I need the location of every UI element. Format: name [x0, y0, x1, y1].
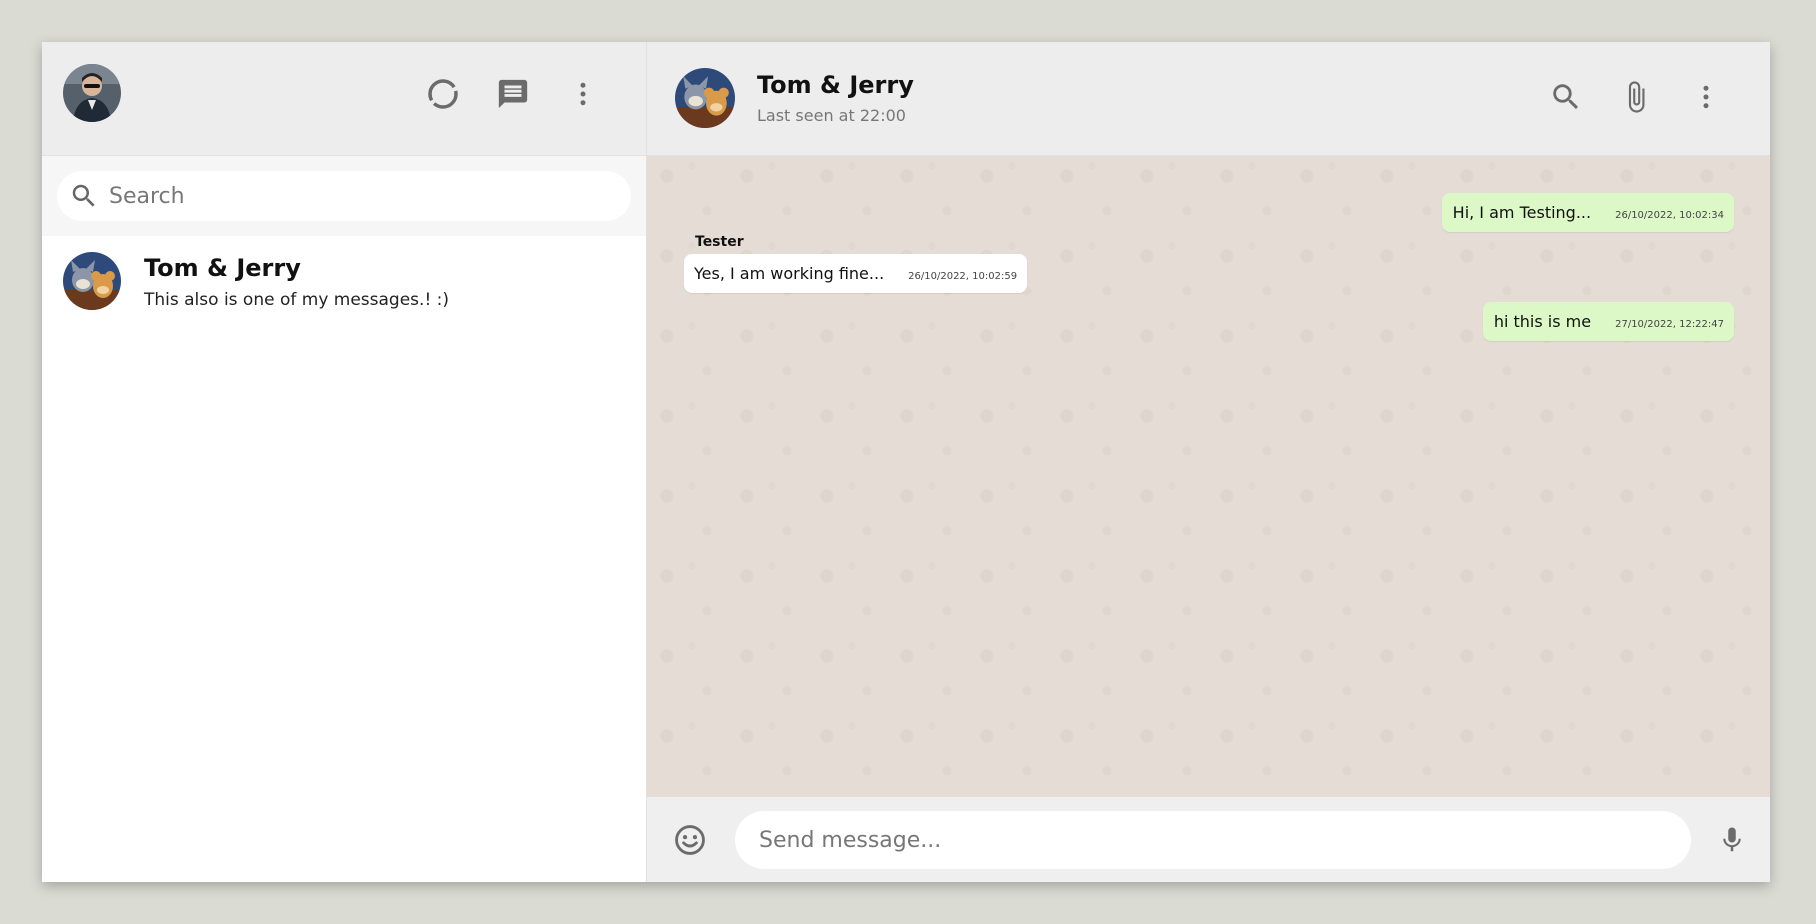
message-bubble-outgoing: hi this is me 27/10/2022, 12:22:47 — [1482, 302, 1734, 341]
message-text: Yes, I am working fine... — [694, 264, 885, 283]
contact-name: Tom & Jerry — [757, 71, 914, 99]
search-icon — [69, 181, 99, 211]
attach-icon[interactable] — [1615, 76, 1657, 118]
search-input[interactable] — [107, 182, 591, 210]
contact-avatar — [63, 252, 121, 310]
search-bar — [42, 156, 646, 236]
message-bubble-incoming: Yes, I am working fine... 26/10/2022, 10… — [684, 254, 1028, 293]
new-chat-icon[interactable] — [493, 74, 533, 114]
status-icon[interactable] — [423, 74, 463, 114]
chat-last-message: This also is one of my messages.! :) — [144, 290, 450, 310]
message-text: hi this is me — [1493, 312, 1592, 331]
user-avatar[interactable] — [63, 64, 121, 122]
sidebar: Tom & Jerry This also is one of my messa… — [42, 42, 647, 882]
message-sender: Tester — [695, 234, 744, 250]
search-box — [57, 171, 631, 221]
message-bubble-outgoing: Hi, I am Testing... 26/10/2022, 10:02:34 — [1441, 193, 1734, 232]
emoji-icon[interactable] — [669, 819, 711, 861]
chat-header: Tom & Jerry Last seen at 22:00 — [647, 42, 1770, 156]
message-time: 26/10/2022, 10:02:59 — [908, 271, 1018, 282]
message-text: Hi, I am Testing... — [1452, 203, 1592, 222]
chat-name: Tom & Jerry — [144, 254, 301, 282]
menu-icon[interactable] — [563, 74, 603, 114]
message-input-wrap — [735, 811, 1691, 869]
message-time: 26/10/2022, 10:02:34 — [1615, 210, 1724, 221]
contact-status: Last seen at 22:00 — [757, 106, 906, 125]
message-time: 27/10/2022, 12:22:47 — [1615, 319, 1724, 330]
message-composer — [647, 797, 1770, 882]
message-list: Hi, I am Testing... 26/10/2022, 10:02:34… — [647, 156, 1770, 797]
menu-icon[interactable] — [1685, 76, 1727, 118]
contact-avatar[interactable] — [675, 68, 735, 128]
mic-icon[interactable] — [1711, 819, 1753, 861]
search-icon[interactable] — [1545, 76, 1587, 118]
sidebar-header — [42, 42, 646, 156]
chat-pane: Tom & Jerry Last seen at 22:00 Hi, I am … — [647, 42, 1770, 882]
whatsapp-app: Tom & Jerry This also is one of my messa… — [42, 42, 1770, 882]
message-input[interactable] — [757, 826, 1661, 854]
chat-list-item[interactable]: Tom & Jerry This also is one of my messa… — [42, 236, 646, 332]
